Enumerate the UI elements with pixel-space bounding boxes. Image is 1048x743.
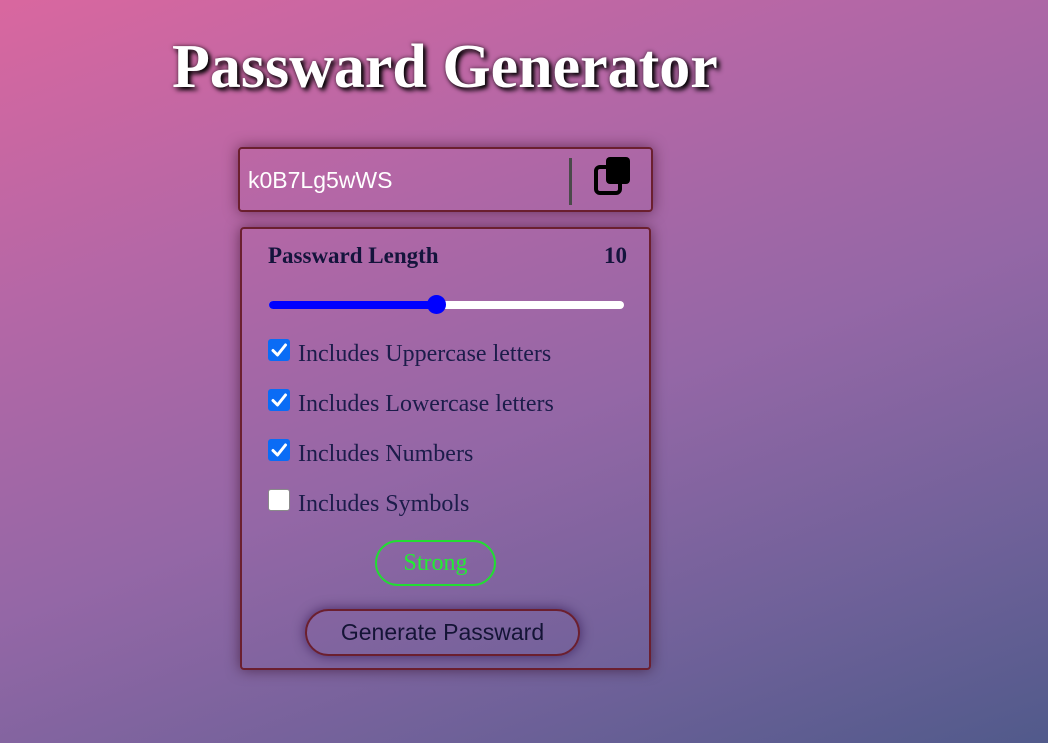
slider-thumb[interactable]	[426, 295, 446, 314]
length-value: 10	[604, 243, 627, 268]
option-numbers[interactable]: Includes Numbers	[268, 439, 473, 469]
option-uppercase[interactable]: Includes Uppercase letters	[268, 339, 551, 369]
length-label: Passward Length	[268, 243, 439, 268]
settings-panel: Passward Length 10 Includes Uppercase le…	[240, 227, 651, 670]
divider	[569, 158, 572, 205]
symbols-checkbox[interactable]	[268, 489, 290, 511]
slider-fill	[269, 301, 436, 309]
lowercase-label: Includes Lowercase letters	[298, 390, 554, 417]
page-title: Passward Generator	[172, 33, 718, 101]
numbers-checkbox[interactable]	[268, 439, 290, 461]
strength-indicator: Strong	[375, 540, 496, 586]
option-symbols[interactable]: Includes Symbols	[268, 489, 469, 519]
uppercase-label: Includes Uppercase letters	[298, 340, 552, 367]
uppercase-checkbox[interactable]	[268, 339, 290, 361]
copy-icon	[594, 157, 630, 195]
checkmark-icon	[271, 393, 287, 407]
symbols-label: Includes Symbols	[298, 490, 470, 517]
checkmark-icon	[271, 443, 287, 457]
checkmark-icon	[271, 343, 287, 357]
copy-button[interactable]	[592, 155, 636, 199]
length-slider[interactable]	[269, 295, 624, 314]
numbers-label: Includes Numbers	[298, 440, 474, 467]
option-lowercase[interactable]: Includes Lowercase letters	[268, 389, 554, 419]
password-field[interactable]	[248, 163, 558, 197]
generate-password-button[interactable]: Generate Passward	[305, 609, 580, 656]
lowercase-checkbox[interactable]	[268, 389, 290, 411]
password-output-box	[238, 147, 653, 212]
